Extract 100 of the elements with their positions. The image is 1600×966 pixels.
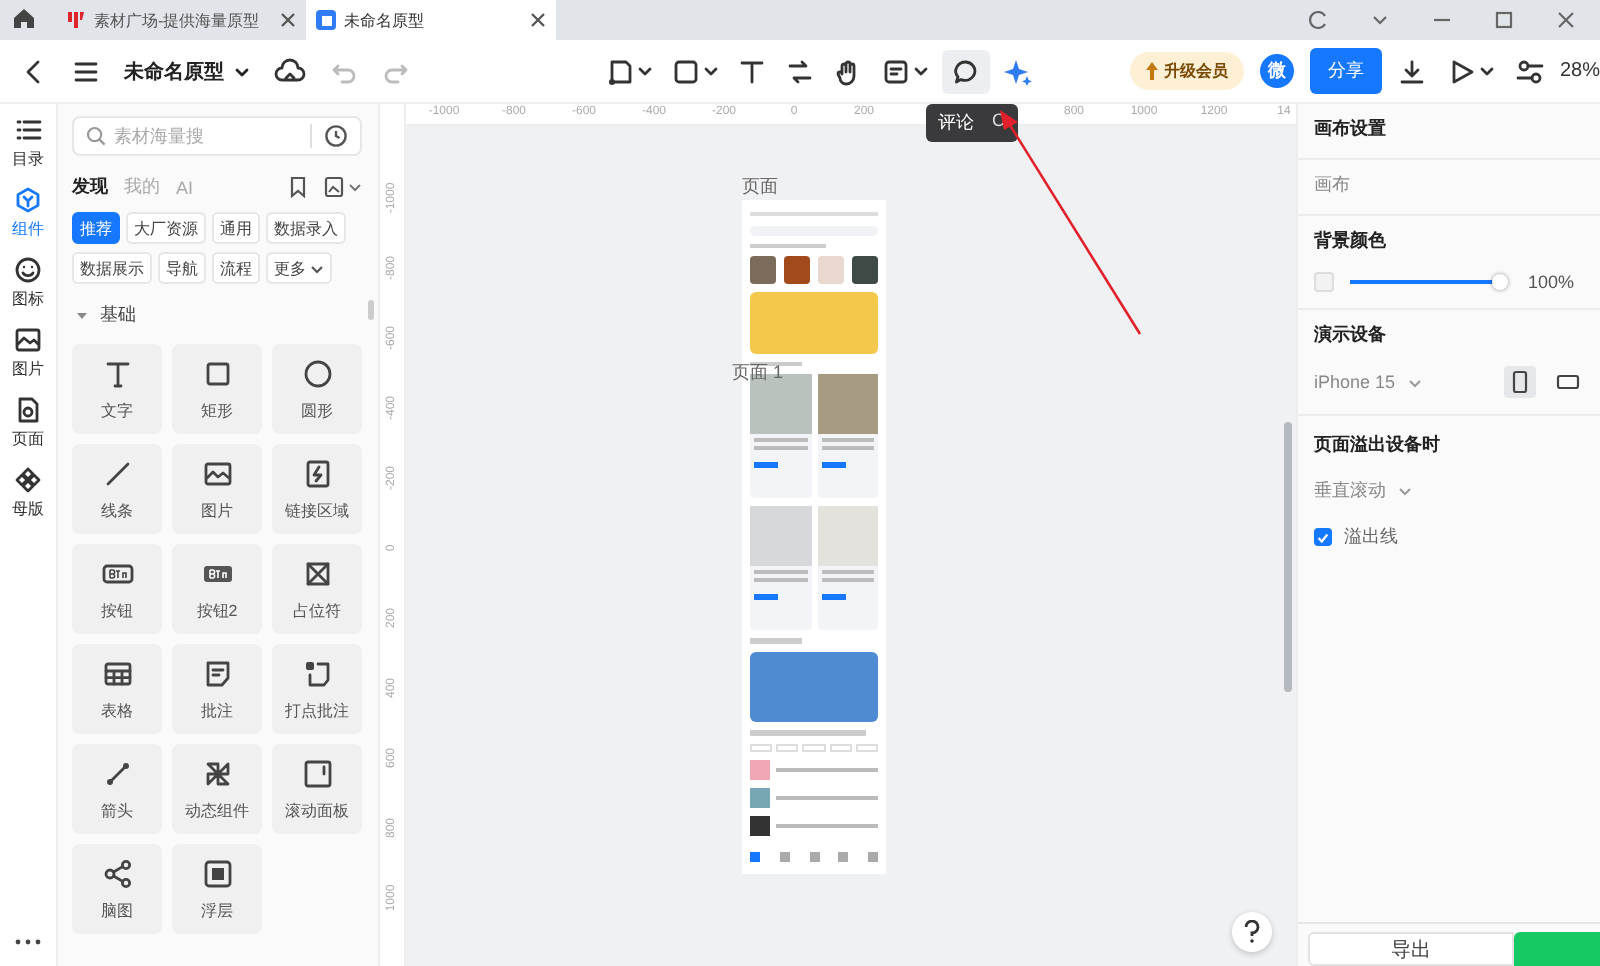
phone-portrait-icon — [1510, 370, 1530, 394]
color-swatch[interactable] — [1314, 272, 1334, 292]
search-icon — [86, 126, 106, 146]
scrollbar[interactable] — [1284, 422, 1292, 692]
cube-icon — [14, 186, 42, 214]
category-chip[interactable]: 更多 — [266, 252, 332, 284]
slider-thumb[interactable] — [1492, 274, 1508, 290]
framed-square-icon — [201, 857, 233, 889]
portrait-button[interactable] — [1504, 366, 1536, 398]
history-icon[interactable] — [310, 124, 348, 148]
close-icon[interactable] — [530, 12, 546, 28]
browser-tab[interactable]: 未命名原型 — [306, 0, 556, 40]
category-chip[interactable]: 数据展示 — [72, 252, 152, 284]
component-tile[interactable]: 批注 — [172, 644, 262, 734]
document-title[interactable]: 未命名原型 — [124, 57, 250, 85]
sidebar-item[interactable]: 图片 — [12, 326, 44, 380]
component-tile[interactable]: 占位符 — [272, 544, 362, 634]
phone-landscape-icon — [1556, 372, 1580, 392]
chevron-down-icon[interactable] — [1370, 10, 1390, 30]
component-tile[interactable]: 圆形 — [272, 344, 362, 434]
close-icon[interactable] — [1556, 10, 1576, 30]
download-icon[interactable] — [1397, 57, 1426, 85]
comment-tool[interactable] — [941, 49, 990, 93]
close-icon[interactable] — [280, 12, 296, 28]
component-tile[interactable]: 滚动面板 — [272, 744, 362, 834]
checkbox-label: 溢出线 — [1344, 524, 1398, 550]
browser-tab[interactable]: 素材广场-提供海量原型 — [56, 0, 306, 40]
section-title: 背景颜色 — [1314, 228, 1388, 254]
refresh-icon[interactable] — [1308, 10, 1328, 30]
picture-icon — [324, 176, 344, 198]
page-label: 页面 — [742, 174, 778, 200]
circle-icon — [301, 357, 333, 389]
category-chip[interactable]: 导航 — [158, 252, 206, 284]
image-filter-button[interactable] — [324, 176, 362, 198]
play-icon — [1447, 57, 1476, 85]
checkbox[interactable] — [1314, 528, 1332, 546]
settings-icon[interactable] — [1515, 57, 1544, 85]
chevron-down-icon — [1407, 375, 1422, 389]
caret-icon — [913, 64, 928, 78]
component-tile[interactable]: 浮层 — [172, 844, 262, 934]
user-avatar[interactable]: 微 — [1259, 54, 1294, 88]
section-header[interactable]: 基础 — [76, 302, 362, 328]
sidebar-item[interactable]: 图标 — [12, 256, 44, 310]
lightning-icon — [301, 457, 333, 489]
help-button[interactable] — [1232, 912, 1272, 952]
caret-icon — [637, 64, 652, 78]
diamond-icon — [14, 466, 42, 494]
sidebar-item[interactable]: 母版 — [12, 466, 44, 520]
search-bar[interactable]: 素材海量搜 — [72, 116, 362, 156]
canvas-label: 画布 — [1314, 172, 1352, 198]
menu-icon[interactable] — [72, 57, 100, 85]
smiley-icon — [14, 256, 42, 284]
bookmark-icon[interactable] — [288, 176, 308, 198]
home-icon[interactable] — [12, 6, 36, 30]
chevron-down-icon — [234, 63, 250, 79]
section-title: 画布设置 — [1314, 116, 1388, 142]
image-icon — [14, 326, 42, 354]
component-tile[interactable]: 箭头 — [72, 744, 162, 834]
sidebar-item[interactable]: 页面 — [12, 396, 44, 450]
sidebar-item[interactable]: 组件 — [12, 186, 44, 240]
more-icon[interactable] — [14, 938, 42, 946]
square-icon — [201, 357, 233, 389]
maximize-icon[interactable] — [1494, 10, 1514, 30]
category-chip[interactable]: 大厂资源 — [126, 212, 206, 244]
component-tile[interactable]: 矩形 — [172, 344, 262, 434]
component-tile[interactable]: 按钮2 — [172, 544, 262, 634]
line-icon — [101, 457, 133, 489]
text-icon — [101, 357, 133, 389]
category-chip[interactable]: 流程 — [212, 252, 260, 284]
component-tile[interactable]: 图片 — [172, 444, 262, 534]
chevron-down-icon — [1398, 484, 1412, 498]
component-tile[interactable]: 脑图 — [72, 844, 162, 934]
component-tile[interactable]: 文字 — [72, 344, 162, 434]
frame-label: 页面 1 — [732, 360, 784, 386]
crossed-box-icon — [301, 557, 333, 589]
check-icon — [1316, 529, 1330, 545]
scrollbar[interactable] — [368, 300, 374, 320]
sidebar-item[interactable]: 目录 — [12, 116, 44, 170]
section-title: 演示设备 — [1314, 322, 1388, 348]
component-tile[interactable]: 表格 — [72, 644, 162, 734]
component-tile[interactable]: 动态组件 — [172, 744, 262, 834]
category-chip[interactable]: 数据录入 — [266, 212, 346, 244]
diagonal-line-icon — [101, 757, 133, 789]
category-chip[interactable]: 通用 — [212, 212, 260, 244]
component-tile[interactable]: 链接区域 — [272, 444, 362, 534]
category-chip[interactable]: 推荐 — [72, 212, 120, 244]
component-tile[interactable]: 打点批注 — [272, 644, 362, 734]
zoom-level[interactable]: 28% — [1559, 60, 1600, 82]
opacity-value: 100% — [1528, 272, 1575, 292]
search-field[interactable]: 素材海量搜 — [114, 126, 302, 146]
note-icon — [881, 57, 910, 85]
upgrade-button[interactable]: 升级会员 — [1129, 52, 1244, 90]
note-icon — [201, 657, 233, 689]
scroll-mode-dropdown[interactable]: 垂直滚动 — [1314, 478, 1584, 504]
cloud-icon[interactable] — [274, 57, 306, 85]
component-tile[interactable]: 按钮 — [72, 544, 162, 634]
panel-tab[interactable]: 发现 — [72, 174, 108, 200]
share-button[interactable]: 分享 — [1309, 48, 1382, 94]
component-tile[interactable]: 线条 — [72, 444, 162, 534]
export-button[interactable]: 导出 — [1308, 932, 1514, 966]
